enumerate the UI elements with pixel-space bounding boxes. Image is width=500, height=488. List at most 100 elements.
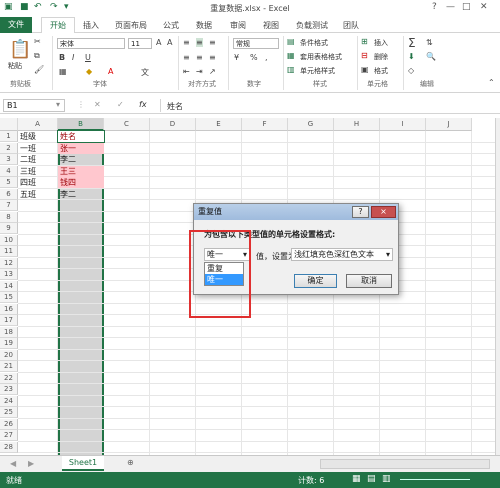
row-header-10[interactable]: 10	[0, 234, 18, 246]
font-name-select[interactable]: 宋体	[57, 38, 125, 49]
row-header-28[interactable]: 28	[0, 441, 18, 453]
confirm-entry-icon[interactable]: ✓	[117, 100, 124, 109]
cancel-button[interactable]: 取消	[346, 274, 392, 288]
format-cells-icon[interactable]: ▣	[361, 65, 369, 74]
align-middle-icon[interactable]: ≡	[196, 38, 203, 47]
row-header-18[interactable]: 18	[0, 326, 18, 338]
autosum-icon[interactable]: Σ	[408, 36, 416, 50]
column-header-f[interactable]: F	[242, 118, 288, 131]
cut-icon[interactable]: ✂	[34, 37, 41, 46]
help-icon[interactable]: ?	[432, 2, 437, 12]
row-header-22[interactable]: 22	[0, 372, 18, 384]
row-header-6[interactable]: 6	[0, 188, 18, 200]
column-header-j[interactable]: J	[426, 118, 472, 131]
row-header-7[interactable]: 7	[0, 200, 18, 211]
table-format-icon[interactable]: ▦	[287, 51, 295, 60]
font-color-icon[interactable]: A	[108, 67, 113, 76]
row-header-24[interactable]: 24	[0, 395, 18, 407]
clear-icon[interactable]: ◇	[408, 66, 414, 75]
cell-b6[interactable]: 李二	[58, 189, 104, 200]
align-center-icon[interactable]: ≡	[196, 53, 203, 62]
format-cells-button[interactable]: 格式	[374, 66, 388, 76]
sheet-tab-sheet1[interactable]: Sheet1	[62, 456, 104, 471]
collapse-ribbon-icon[interactable]: ⌃	[488, 78, 495, 87]
name-box-dropdown-icon[interactable]: ▾	[56, 100, 60, 109]
insert-function-icon[interactable]: fx	[139, 100, 147, 109]
row-header-16[interactable]: 16	[0, 303, 18, 315]
column-header-g[interactable]: G	[288, 118, 334, 131]
row-header-27[interactable]: 27	[0, 430, 18, 441]
minimize-icon[interactable]: —	[446, 2, 455, 12]
tab-data[interactable]: 数据	[196, 20, 212, 31]
row-header-25[interactable]: 25	[0, 407, 18, 418]
italic-icon[interactable]: I	[72, 53, 74, 62]
align-right-icon[interactable]: ≡	[209, 53, 216, 62]
vertical-scrollbar[interactable]	[495, 118, 500, 455]
row-header-17[interactable]: 17	[0, 315, 18, 326]
dialog-help-button[interactable]: ?	[352, 206, 369, 218]
underline-icon[interactable]: U	[85, 53, 91, 62]
format-painter-icon[interactable]: 🖌	[34, 65, 44, 74]
row-header-2[interactable]: 2	[0, 142, 18, 154]
tab-load-test[interactable]: 负载测试	[296, 20, 328, 31]
tab-layout[interactable]: 页面布局	[115, 20, 147, 31]
prev-sheet-icon[interactable]: ◀	[10, 459, 16, 468]
ok-button[interactable]: 确定	[294, 274, 337, 288]
align-top-icon[interactable]: ≡	[183, 38, 190, 47]
row-header-4[interactable]: 4	[0, 165, 18, 177]
row-header-14[interactable]: 14	[0, 280, 18, 292]
page-break-view-icon[interactable]: ▥	[382, 474, 391, 484]
normal-view-icon[interactable]: ▦	[352, 474, 361, 484]
column-header-h[interactable]: H	[334, 118, 380, 131]
format-dropdown-arrow-icon[interactable]: ▾	[386, 249, 390, 261]
horizontal-scrollbar[interactable]	[320, 459, 490, 469]
orientation-icon[interactable]: ↗	[209, 67, 216, 76]
row-header-19[interactable]: 19	[0, 338, 18, 349]
cell-a2[interactable]: 一班	[18, 143, 58, 154]
cell-a6[interactable]: 五班	[18, 189, 58, 200]
phonetic-icon[interactable]: 文	[141, 67, 149, 78]
bold-icon[interactable]: B	[59, 53, 65, 62]
row-header-23[interactable]: 23	[0, 384, 18, 395]
tab-insert[interactable]: 插入	[83, 20, 99, 31]
cell-b1[interactable]: 姓名	[57, 130, 105, 143]
row-header-13[interactable]: 13	[0, 269, 18, 280]
row-header-20[interactable]: 20	[0, 349, 18, 361]
cell-a5[interactable]: 四班	[18, 177, 58, 188]
row-header-8[interactable]: 8	[0, 211, 18, 223]
cell-b4[interactable]: 王三	[58, 165, 104, 177]
tab-view[interactable]: 视图	[263, 20, 279, 31]
grow-font-icon[interactable]: A	[156, 38, 161, 47]
row-header-5[interactable]: 5	[0, 177, 18, 188]
align-left-icon[interactable]: ≡	[183, 53, 190, 62]
row-header-11[interactable]: 11	[0, 246, 18, 257]
fill-icon[interactable]: ⬇	[408, 52, 415, 61]
cell-a4[interactable]: 三班	[18, 166, 58, 177]
number-format-select[interactable]: 常规	[233, 38, 279, 49]
column-header-e[interactable]: E	[196, 118, 242, 131]
row-header-21[interactable]: 21	[0, 361, 18, 372]
column-header-a[interactable]: A	[18, 118, 58, 131]
insert-cells-button[interactable]: 插入	[374, 38, 388, 48]
find-select-icon[interactable]: 🔍	[426, 52, 436, 61]
next-sheet-icon[interactable]: ▶	[28, 459, 34, 468]
tab-formulas[interactable]: 公式	[163, 20, 179, 31]
cell-a1[interactable]: 班级	[18, 131, 58, 142]
tab-file[interactable]: 文件	[0, 17, 32, 33]
cell-b5[interactable]: 钱四	[58, 177, 104, 188]
add-sheet-icon[interactable]: ⊕	[127, 458, 134, 467]
select-all-corner[interactable]	[0, 118, 18, 131]
column-header-c[interactable]: C	[104, 118, 150, 131]
column-header-b[interactable]: B	[58, 118, 104, 131]
font-size-select[interactable]: 11	[128, 38, 152, 49]
column-header-d[interactable]: D	[150, 118, 196, 131]
maximize-icon[interactable]: □	[462, 2, 471, 12]
column-header-i[interactable]: I	[380, 118, 426, 131]
format-select[interactable]: 浅红填充色深红色文本 ▾	[291, 248, 393, 261]
cancel-entry-icon[interactable]: ✕	[94, 100, 101, 109]
percent-icon[interactable]: %	[250, 53, 258, 62]
formula-options-icon[interactable]: ⋮	[77, 100, 85, 109]
page-layout-view-icon[interactable]: ▤	[367, 474, 376, 484]
indent-icon[interactable]: ⇤	[183, 67, 190, 76]
row-header-26[interactable]: 26	[0, 418, 18, 430]
